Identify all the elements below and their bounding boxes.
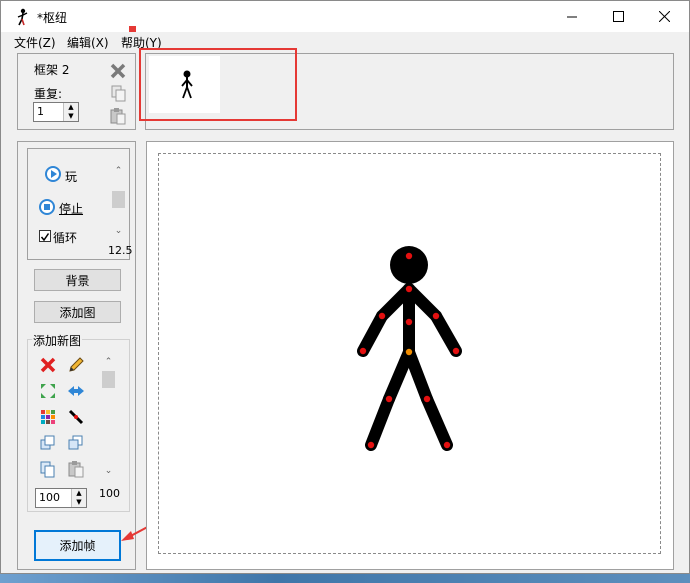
add-figure-button[interactable]: 添加图 (34, 301, 121, 323)
fps-value: 12.5 (108, 244, 133, 257)
stop-icon[interactable] (38, 198, 56, 216)
stepper-down-icon[interactable]: ▼ (64, 112, 78, 121)
repeat-value: 1 (37, 105, 44, 118)
tools-panel: 玩 停止 循环 ⌃ ⌄ 12.5 背景 添加图 添加新图 ⌃ ⌄ 100 ▲ ▼… (17, 141, 136, 570)
scroll-down-icon[interactable]: ⌄ (100, 463, 117, 479)
scroll-down-icon[interactable]: ⌄ (110, 223, 127, 239)
paste-icon[interactable] (66, 459, 86, 479)
repeat-label: 重复: (34, 87, 63, 101)
scroll-up-icon[interactable]: ⌃ (110, 163, 127, 179)
delete-frame-icon[interactable] (108, 61, 128, 81)
paste-frame-icon[interactable] (108, 106, 128, 126)
minimize-icon (567, 16, 577, 17)
scroll-value: 100 (99, 487, 120, 500)
stepper-up-icon[interactable]: ▲ (64, 103, 78, 112)
drawing-canvas[interactable] (146, 141, 674, 570)
figure-scroll-thumb[interactable] (102, 371, 115, 388)
menu-edit[interactable]: 编辑(X) (67, 34, 109, 51)
close-button[interactable] (641, 1, 687, 32)
pencil-icon[interactable] (66, 355, 86, 375)
minimize-button[interactable] (549, 1, 595, 32)
stepper-down-icon[interactable]: ▼ (72, 498, 86, 507)
bring-front-icon[interactable] (38, 433, 58, 453)
stepper-up-icon[interactable]: ▲ (72, 489, 86, 498)
fps-scroll-thumb[interactable] (112, 191, 125, 208)
flip-icon[interactable] (66, 381, 86, 401)
stop-label[interactable]: 停止 (59, 200, 83, 217)
copy-frame-icon[interactable] (108, 83, 128, 103)
desktop-background (0, 574, 690, 583)
maximize-icon (612, 11, 624, 22)
window-title: *枢纽 (37, 11, 68, 25)
frame-panel: 框架 2 重复: 1 ▲ ▼ (17, 53, 136, 130)
add-new-figure-label: 添加新图 (32, 332, 83, 349)
scale-value: 100 (39, 491, 60, 504)
loop-checkbox[interactable] (39, 230, 51, 242)
title-bar: *枢纽 (1, 1, 689, 32)
repeat-stepper[interactable]: 1 ▲ ▼ (33, 102, 79, 122)
scale-stepper[interactable]: 100 ▲ ▼ (35, 488, 87, 508)
center-icon[interactable] (38, 381, 58, 401)
app-window: *枢纽 文件(Z) 编辑(X) 帮助(Y) 框架 2 重复: 1 ▲ ▼ 玩 停… (0, 0, 690, 574)
figure-scrollbar[interactable]: ⌃ ⌄ (100, 354, 117, 479)
color-palette-icon[interactable] (38, 407, 58, 427)
play-icon[interactable] (44, 165, 62, 183)
loop-label[interactable]: 循环 (53, 229, 77, 246)
fps-scrollbar[interactable]: ⌃ ⌄ (110, 163, 127, 239)
checkmark-icon (40, 233, 50, 242)
thumbnail-highlight (139, 48, 297, 121)
stickfigure-icon[interactable] (147, 142, 675, 571)
marker-dot (129, 26, 136, 32)
send-back-icon[interactable] (66, 433, 86, 453)
frame-label: 框架 2 (34, 63, 70, 77)
delete-icon[interactable] (38, 355, 58, 375)
scroll-up-icon[interactable]: ⌃ (100, 354, 117, 370)
playback-box: 玩 停止 循环 ⌃ ⌄ 12.5 (27, 148, 133, 260)
add-frame-button[interactable]: 添加帧 (34, 530, 121, 561)
maximize-button[interactable] (595, 1, 641, 32)
close-icon (658, 11, 670, 22)
copy-icon[interactable] (38, 459, 58, 479)
menu-bar: 文件(Z) 编辑(X) 帮助(Y) (1, 26, 689, 51)
background-button[interactable]: 背景 (34, 269, 121, 291)
play-label[interactable]: 玩 (65, 168, 77, 185)
app-stickfigure-icon (17, 8, 28, 26)
join-icon[interactable] (66, 407, 86, 427)
menu-file[interactable]: 文件(Z) (14, 34, 56, 51)
